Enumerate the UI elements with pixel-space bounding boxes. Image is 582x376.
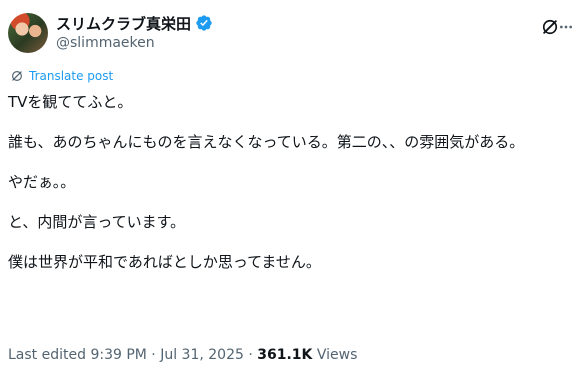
translate-post-label[interactable]: Translate post xyxy=(29,69,113,83)
post-line: 僕は世界が平和であればとしか思ってません。 xyxy=(8,253,321,271)
verified-badge-icon xyxy=(195,14,213,32)
post-body: TVを観ててふと。 誰も、あのちゃんにものを言えなくなっている。第二の、、の雰囲… xyxy=(8,92,576,272)
translate-icon xyxy=(12,71,22,81)
post-line: と、内間が言っています。 xyxy=(8,213,186,231)
more-options-icon[interactable] xyxy=(558,19,574,35)
views-label: Views xyxy=(312,347,358,363)
post-meta: Last edited 9:39 PM · Jul 31, 2025 · 361… xyxy=(8,347,357,363)
author-info: スリムクラブ真栄田 @slimmaeken xyxy=(56,13,213,51)
post-header: スリムクラブ真栄田 @slimmaeken xyxy=(8,8,574,56)
avatar[interactable] xyxy=(8,13,48,53)
author-handle[interactable]: @slimmaeken xyxy=(56,35,213,51)
post-line: TVを観ててふと。 xyxy=(8,93,133,111)
last-edited-timestamp[interactable]: Last edited 9:39 PM · Jul 31, 2025 · xyxy=(8,347,257,363)
views-count: 361.1K xyxy=(257,347,313,363)
author-display-name[interactable]: スリムクラブ真栄田 xyxy=(56,13,191,34)
grok-icon[interactable] xyxy=(540,17,560,37)
post-line: やだぁ。。 xyxy=(8,173,76,191)
post-line: 誰も、あのちゃんにものを言えなくなっている。第二の、、の雰囲気がある。 xyxy=(8,133,525,151)
translate-post-link[interactable]: Translate post xyxy=(10,69,113,83)
